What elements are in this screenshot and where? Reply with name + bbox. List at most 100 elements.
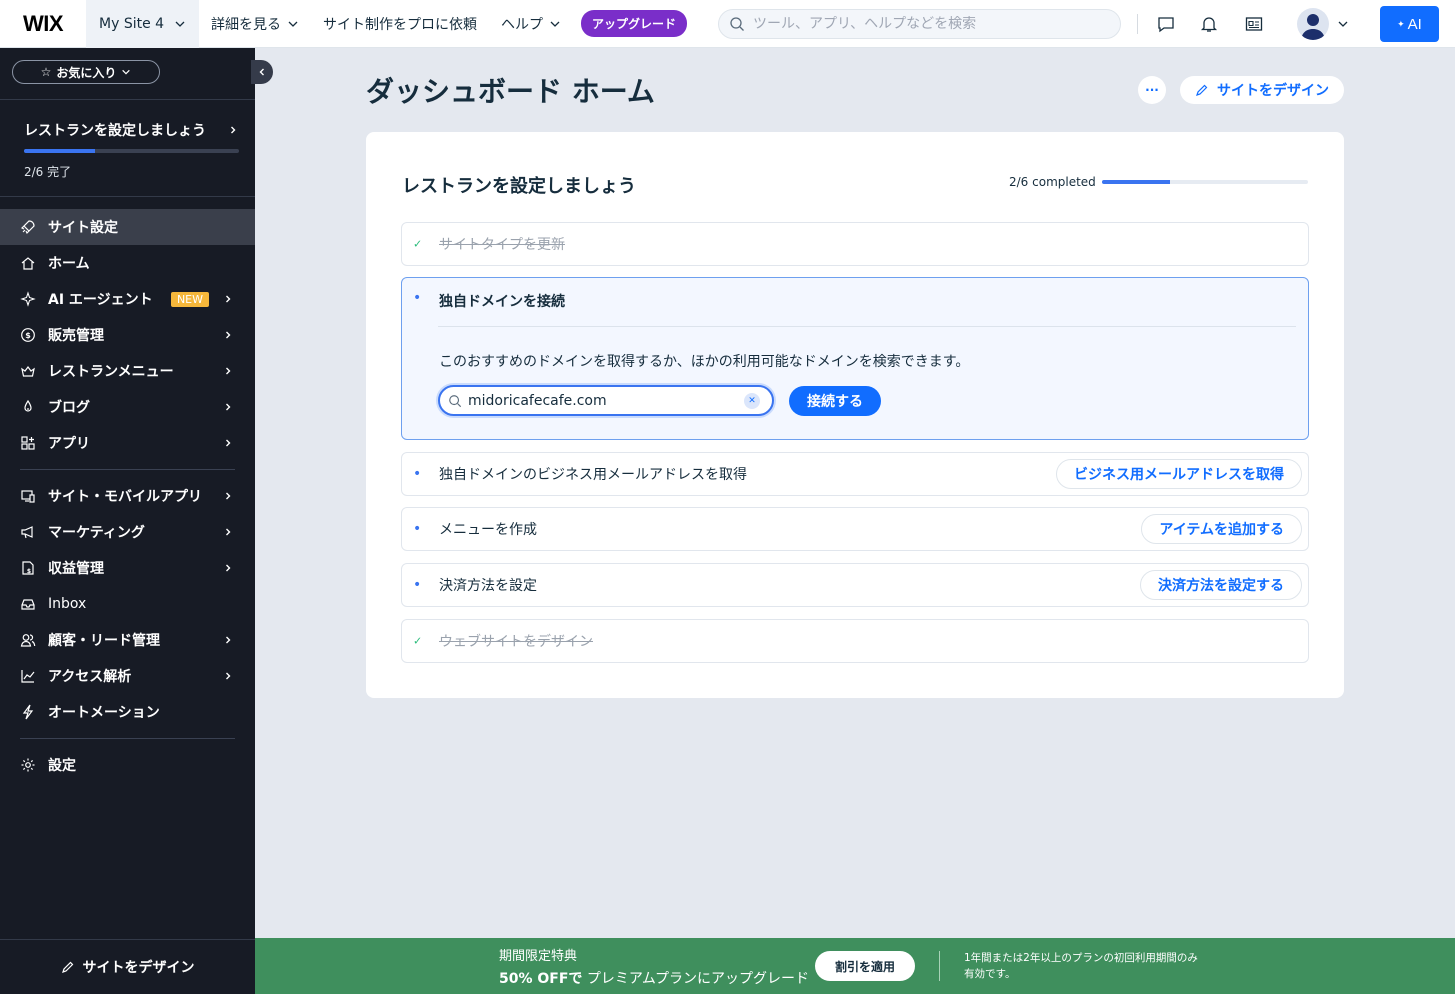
get-business-email-button[interactable]: ビジネス用メールアドレスを取得 bbox=[1056, 459, 1302, 489]
setup-card-title: レストランを設定しましょう bbox=[402, 176, 636, 197]
connect-domain-button[interactable]: 接続する bbox=[789, 386, 881, 416]
analytics-icon bbox=[20, 668, 36, 684]
sidebar-item-revenue[interactable]: $ 収益管理 bbox=[0, 550, 255, 586]
chevron-right-icon bbox=[226, 439, 231, 447]
home-icon bbox=[20, 255, 36, 271]
chevron-right-icon bbox=[226, 528, 231, 536]
search-input[interactable] bbox=[753, 16, 1093, 32]
sidebar-item-label: サイト設定 bbox=[48, 220, 118, 236]
promo-offer: 50% OFFで プレミアムプランにアップグレード bbox=[499, 968, 809, 988]
chat-icon[interactable] bbox=[1155, 13, 1177, 35]
chevron-down-icon bbox=[550, 21, 560, 27]
promo-title: 期間限定特典 bbox=[499, 949, 578, 964]
setup-step-payment[interactable]: • 決済方法を設定 決済方法を設定する bbox=[401, 563, 1309, 607]
sidebar-item-label: 収益管理 bbox=[48, 561, 104, 577]
step-label: 決済方法を設定 bbox=[439, 578, 537, 594]
sidebar-item-settings[interactable]: 設定 bbox=[0, 747, 255, 783]
search-bar[interactable] bbox=[718, 9, 1121, 39]
domain-input[interactable] bbox=[468, 392, 738, 409]
ai-assistant-button[interactable]: ✦ AI bbox=[1380, 6, 1439, 42]
sidebar-design-site-button[interactable]: サイトをデザイン bbox=[0, 939, 255, 994]
favorites-label: お気に入り bbox=[56, 65, 117, 80]
sidebar-nav: サイト設定 ホーム AI エージェント NEW $ 販売管理 レストランメニュー… bbox=[0, 209, 255, 783]
sidebar-item-label: 設定 bbox=[48, 758, 76, 774]
domain-search-field[interactable]: ✕ bbox=[438, 385, 774, 416]
sidebar-item-apps[interactable]: アプリ bbox=[0, 425, 255, 461]
step-description: このおすすめのドメインを取得するか、ほかの利用可能なドメインを検索できます。 bbox=[439, 354, 970, 370]
top-nav: 詳細を見る サイト制作をプロに依頼 ヘルプ アップグレード bbox=[211, 10, 688, 37]
setup-step-business-email[interactable]: • 独自ドメインのビジネス用メールアドレスを取得 ビジネス用メールアドレスを取得 bbox=[401, 452, 1309, 496]
top-bar: WIX My Site 4 詳細を見る サイト制作をプロに依頼 ヘルプ アップグ… bbox=[0, 0, 1455, 48]
check-icon: ✓ bbox=[413, 634, 423, 648]
setup-card-progress-fill bbox=[1101, 180, 1170, 184]
check-icon: ✓ bbox=[413, 237, 423, 251]
sidebar-item-label: アクセス解析 bbox=[48, 669, 132, 685]
divider bbox=[438, 326, 1296, 327]
page-title: ダッシュボード ホーム bbox=[366, 75, 655, 108]
promo-banner: 期間限定特典 50% OFFで プレミアムプランにアップグレード 割引を適用 1… bbox=[255, 938, 1455, 994]
favorites-button[interactable]: ☆ お気に入り bbox=[12, 60, 160, 84]
nav-explore[interactable]: 詳細を見る bbox=[211, 14, 299, 34]
site-name: My Site 4 bbox=[99, 15, 165, 32]
divider bbox=[0, 196, 255, 197]
setup-step-create-menu[interactable]: • メニューを作成 アイテムを追加する bbox=[401, 507, 1309, 551]
sidebar-item-analytics[interactable]: アクセス解析 bbox=[0, 658, 255, 694]
promo-discount: 50% OFFで bbox=[499, 971, 583, 987]
sidebar-item-restaurant-menu[interactable]: レストランメニュー bbox=[0, 353, 255, 389]
bullet-icon: • bbox=[413, 466, 422, 482]
account-menu[interactable] bbox=[1297, 8, 1349, 40]
sidebar-item-blog[interactable]: ブログ bbox=[0, 389, 255, 425]
sidebar-item-marketing[interactable]: マーケティング bbox=[0, 514, 255, 550]
setup-card-progress: 2/6 completed bbox=[1009, 175, 1308, 189]
upgrade-button[interactable]: アップグレード bbox=[581, 10, 688, 37]
chevron-right-icon bbox=[226, 403, 231, 411]
sparkle-icon bbox=[20, 291, 36, 307]
sidebar-item-automation[interactable]: オートメーション bbox=[0, 694, 255, 730]
sidebar-item-ai-agent[interactable]: AI エージェント NEW bbox=[0, 281, 255, 317]
add-items-button[interactable]: アイテムを追加する bbox=[1141, 514, 1302, 544]
nav-help[interactable]: ヘルプ bbox=[501, 14, 561, 34]
avatar bbox=[1297, 8, 1329, 40]
sidebar-item-sales[interactable]: $ 販売管理 bbox=[0, 317, 255, 353]
chevron-right-icon bbox=[226, 295, 231, 303]
setup-step-design-website[interactable]: ✓ ウェブサイトをデザイン bbox=[401, 619, 1309, 663]
sidebar-item-home[interactable]: ホーム bbox=[0, 245, 255, 281]
chevron-right-icon bbox=[226, 492, 231, 500]
bell-icon[interactable] bbox=[1198, 13, 1220, 35]
bullet-icon: • bbox=[413, 290, 422, 306]
sidebar-item-inbox[interactable]: Inbox bbox=[0, 586, 255, 622]
setup-title: レストランを設定しましょう bbox=[24, 123, 206, 139]
setup-step-site-type[interactable]: ✓ サイトタイプを更新 bbox=[401, 222, 1309, 266]
sidebar-item-site-setup[interactable]: サイト設定 bbox=[0, 209, 255, 245]
revenue-icon: $ bbox=[20, 560, 36, 576]
more-actions-button[interactable]: ··· bbox=[1138, 76, 1166, 104]
pen-nib-icon bbox=[20, 399, 36, 415]
setup-step-connect-domain: • 独自ドメインを接続 このおすすめのドメインを取得するか、ほかの利用可能なドメ… bbox=[401, 277, 1309, 440]
chevron-down-icon bbox=[175, 21, 185, 27]
news-icon[interactable] bbox=[1243, 13, 1265, 35]
setup-progress-link[interactable]: レストランを設定しましょう bbox=[24, 120, 238, 140]
step-label[interactable]: 独自ドメインを接続 bbox=[439, 291, 565, 311]
divider bbox=[939, 951, 940, 981]
dollar-icon: $ bbox=[20, 327, 36, 343]
design-site-button[interactable]: サイトをデザイン bbox=[1180, 76, 1344, 104]
chevron-right-icon bbox=[226, 367, 231, 375]
apply-discount-button[interactable]: 割引を適用 bbox=[815, 951, 915, 981]
collapse-sidebar-button[interactable] bbox=[251, 60, 273, 84]
set-payment-button[interactable]: 決済方法を設定する bbox=[1140, 570, 1302, 600]
nav-hire-pro[interactable]: サイト制作をプロに依頼 bbox=[323, 14, 477, 34]
site-selector[interactable]: My Site 4 bbox=[86, 0, 199, 48]
sidebar-item-label: 販売管理 bbox=[48, 328, 104, 344]
automation-icon bbox=[20, 704, 36, 720]
pencil-icon bbox=[1196, 84, 1208, 96]
sidebar-item-label: レストランメニュー bbox=[48, 364, 174, 380]
sidebar-item-site-mobile-app[interactable]: サイト・モバイルアプリ bbox=[0, 478, 255, 514]
setup-progress-count: 2/6 完了 bbox=[24, 165, 72, 179]
crown-icon bbox=[20, 363, 36, 379]
wix-logo[interactable]: WIX bbox=[0, 0, 86, 48]
chevron-down-icon bbox=[288, 21, 298, 27]
step-label: サイトタイプを更新 bbox=[439, 237, 565, 253]
clear-icon[interactable]: ✕ bbox=[744, 392, 760, 409]
sidebar-item-contacts[interactable]: 顧客・リード管理 bbox=[0, 622, 255, 658]
setup-card-progress-label: 2/6 completed bbox=[1009, 175, 1096, 189]
